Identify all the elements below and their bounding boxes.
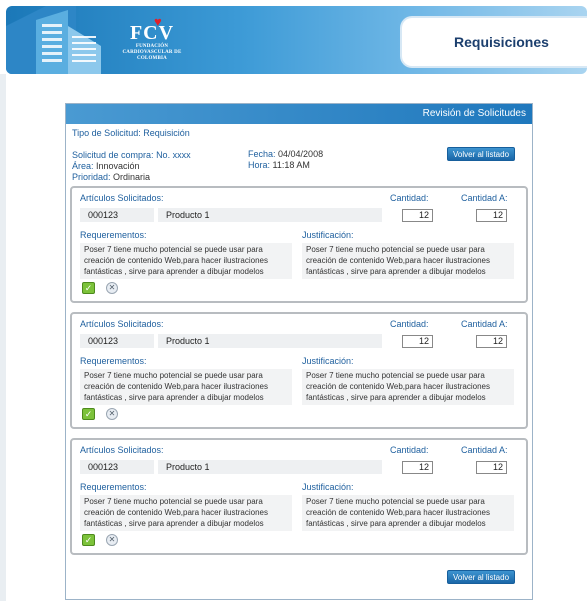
quantity-input[interactable]: 12	[402, 209, 433, 222]
time: Hora: 11:18 AM	[248, 160, 310, 170]
justification-text: Poser 7 tiene mucho potencial se puede u…	[302, 369, 514, 405]
reject-icon[interactable]: ✕	[106, 282, 118, 294]
panel-heading: Revisión de Solicitudes	[66, 104, 532, 124]
articles-label: Artículos Solicitados:	[80, 319, 164, 329]
reject-icon[interactable]: ✕	[106, 534, 118, 546]
quantity-a-input[interactable]: 12	[476, 335, 507, 348]
building-graphic	[6, 6, 101, 74]
articles-label: Artículos Solicitados:	[80, 445, 164, 455]
quantity-a-label: Cantidad A:	[461, 319, 508, 329]
request-number: Solicitud de compra: No. xxxx	[72, 150, 191, 160]
justification-text: Poser 7 tiene mucho potencial se puede u…	[302, 243, 514, 279]
quantity-input[interactable]: 12	[402, 461, 433, 474]
requirements-text: Poser 7 tiene mucho potencial se puede u…	[80, 243, 292, 279]
page-title: Requisiciones	[454, 34, 549, 50]
fcv-logo: ♥ FCV FUNDACIÓN CARDIOVASCULAR DE COLOMB…	[122, 14, 182, 61]
requirements-text: Poser 7 tiene mucho potencial se puede u…	[80, 369, 292, 405]
page: ♥ FCV FUNDACIÓN CARDIOVASCULAR DE COLOMB…	[0, 0, 587, 601]
request-type: Tipo de Solicitud: Requisición	[72, 128, 190, 138]
requirements-label: Requerementos:	[80, 356, 147, 366]
review-panel: Revisión de Solicitudes Tipo de Solicitu…	[65, 103, 533, 600]
page-title-tab: Requisiciones	[400, 16, 587, 68]
article-code: 000123	[80, 460, 154, 474]
reject-icon[interactable]: ✕	[106, 408, 118, 420]
justification-label: Justificación:	[302, 482, 354, 492]
quantity-a-label: Cantidad A:	[461, 445, 508, 455]
approve-icon[interactable]: ✓	[82, 282, 95, 294]
header-banner: ♥ FCV FUNDACIÓN CARDIOVASCULAR DE COLOMB…	[6, 6, 587, 74]
left-edge	[0, 74, 6, 601]
item-card: Artículos Solicitados: Cantidad: Cantida…	[70, 438, 528, 555]
article-code: 000123	[80, 334, 154, 348]
quantity-a-label: Cantidad A:	[461, 193, 508, 203]
priority: Prioridad: Ordinaria	[72, 172, 151, 182]
product-name: Producto 1	[158, 460, 382, 474]
heart-icon: ♥	[154, 14, 162, 29]
quantity-label: Cantidad:	[390, 445, 429, 455]
date: Fecha: 04/04/2008	[248, 149, 324, 159]
product-name: Producto 1	[158, 334, 382, 348]
requirements-label: Requerementos:	[80, 230, 147, 240]
requirements-label: Requerementos:	[80, 482, 147, 492]
justification-label: Justificación:	[302, 356, 354, 366]
area: Área: Innovación	[72, 161, 140, 171]
justification-text: Poser 7 tiene mucho potencial se puede u…	[302, 495, 514, 531]
product-name: Producto 1	[158, 208, 382, 222]
article-code: 000123	[80, 208, 154, 222]
quantity-a-input[interactable]: 12	[476, 461, 507, 474]
item-card: Artículos Solicitados: Cantidad: Cantida…	[70, 312, 528, 429]
requirements-text: Poser 7 tiene mucho potencial se puede u…	[80, 495, 292, 531]
back-to-list-button[interactable]: Volver al listado	[447, 147, 516, 161]
quantity-label: Cantidad:	[390, 319, 429, 329]
back-to-list-button-bottom[interactable]: Volver al listado	[447, 570, 516, 584]
quantity-a-input[interactable]: 12	[476, 209, 507, 222]
quantity-label: Cantidad:	[390, 193, 429, 203]
approve-icon[interactable]: ✓	[82, 534, 95, 546]
quantity-input[interactable]: 12	[402, 335, 433, 348]
articles-label: Artículos Solicitados:	[80, 193, 164, 203]
justification-label: Justificación:	[302, 230, 354, 240]
approve-icon[interactable]: ✓	[82, 408, 95, 420]
item-card: Artículos Solicitados: Cantidad: Cantida…	[70, 186, 528, 303]
